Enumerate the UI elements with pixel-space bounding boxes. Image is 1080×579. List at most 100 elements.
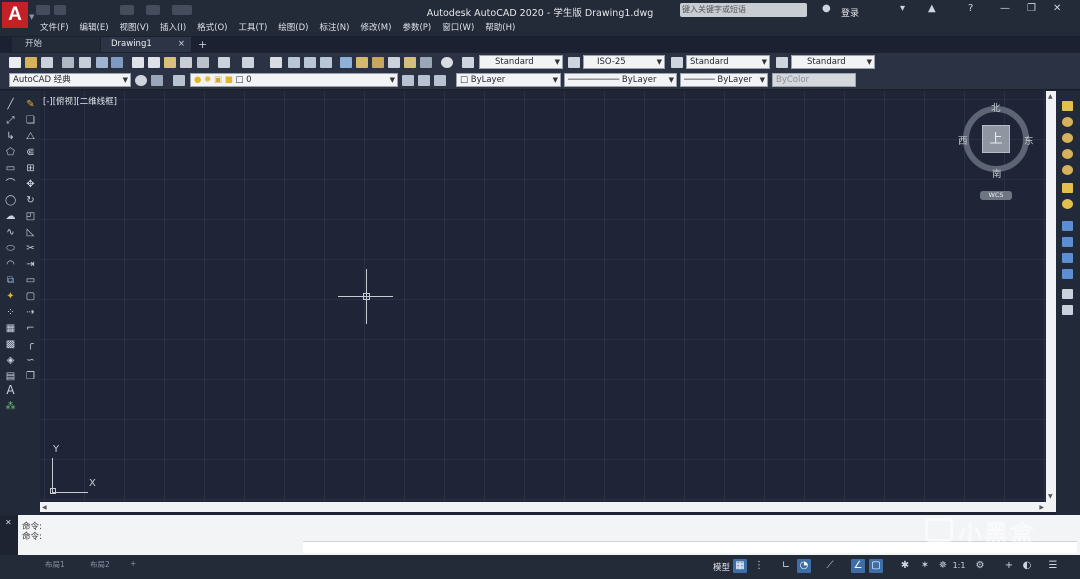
- send-under-icon[interactable]: [1062, 269, 1073, 279]
- undo-toolbar-icon[interactable]: [218, 57, 230, 68]
- fillet-icon[interactable]: ╭: [25, 339, 36, 350]
- markup-icon[interactable]: [404, 57, 416, 68]
- block-editor-icon[interactable]: [197, 57, 209, 68]
- linetype-select[interactable]: ────────── ByLayer ▼: [564, 73, 677, 87]
- dim-style-select[interactable]: ISO-25 ▼: [583, 55, 665, 69]
- match-properties-icon[interactable]: [180, 57, 192, 68]
- restore-icon[interactable]: ❐: [1027, 3, 1036, 14]
- insert-block-icon[interactable]: ⧉: [5, 275, 16, 286]
- help-toolbar-icon[interactable]: [441, 57, 453, 68]
- join-icon[interactable]: ⇢: [25, 307, 36, 318]
- bring-above-icon[interactable]: [1062, 253, 1073, 263]
- close-tab-icon[interactable]: ×: [178, 37, 185, 52]
- annotation-scale-value[interactable]: 1:1: [950, 559, 968, 573]
- isolate-objects-icon[interactable]: ◐: [1020, 559, 1034, 573]
- pan-icon[interactable]: [270, 57, 282, 68]
- layer-select[interactable]: ● ✺ ▣ ■ □ 0 ▼: [190, 73, 398, 87]
- table-style-select[interactable]: Standard ▼: [686, 55, 770, 69]
- open-file-icon[interactable]: [25, 57, 37, 68]
- bring-front-icon[interactable]: [1062, 221, 1073, 231]
- plot-icon[interactable]: [62, 57, 74, 68]
- offset-icon[interactable]: ⋐: [25, 147, 36, 158]
- arc-icon[interactable]: ⌒: [5, 179, 16, 190]
- menu-format[interactable]: 格式(O): [193, 21, 234, 33]
- command-line-handle[interactable]: ✕: [0, 515, 18, 555]
- tool-palettes-icon[interactable]: [372, 57, 384, 68]
- polygon-icon[interactable]: ⬠: [5, 147, 16, 158]
- tab-drawing1[interactable]: Drawing1 ×: [101, 37, 191, 52]
- auto-scale-icon[interactable]: ✶: [918, 559, 932, 573]
- workspace-switch-icon[interactable]: ⚙: [973, 559, 987, 573]
- plotstyle-select[interactable]: ByColor: [772, 73, 856, 87]
- new-tab-button[interactable]: +: [198, 37, 207, 52]
- line-icon[interactable]: ╱: [5, 99, 16, 110]
- menu-edit[interactable]: 编辑(E): [76, 21, 116, 33]
- menu-help[interactable]: 帮助(H): [481, 21, 522, 33]
- layer-off-icon[interactable]: [1062, 133, 1073, 143]
- circle-icon[interactable]: ◯: [5, 195, 16, 206]
- new-file-icon[interactable]: [9, 57, 21, 68]
- vertical-scrollbar[interactable]: ▲ ▼: [1046, 91, 1056, 502]
- layer-previous-icon[interactable]: [418, 75, 430, 86]
- viewcube-west[interactable]: 西: [958, 133, 968, 147]
- table-icon[interactable]: ▤: [5, 371, 16, 382]
- polyline-icon[interactable]: ↳: [5, 131, 16, 142]
- point-icon[interactable]: ⁘: [5, 307, 16, 318]
- cut-icon[interactable]: [132, 57, 144, 68]
- menu-window[interactable]: 窗口(W): [438, 21, 481, 33]
- color-select[interactable]: □ ByLayer ▼: [456, 73, 561, 87]
- grid-icon[interactable]: ▦: [733, 559, 747, 573]
- menu-insert[interactable]: 插入(I): [156, 21, 193, 33]
- polar-tracking-icon[interactable]: ◔: [797, 559, 811, 573]
- layer-properties-icon[interactable]: [173, 75, 185, 86]
- search-input[interactable]: 键入关键字或短语: [680, 3, 807, 17]
- minimize-icon[interactable]: —: [1000, 3, 1010, 14]
- object-snap-tracking-icon[interactable]: ∠: [851, 559, 865, 573]
- properties-icon[interactable]: [340, 57, 352, 68]
- explode-icon[interactable]: ❐: [25, 371, 36, 382]
- publish-icon[interactable]: [96, 57, 108, 68]
- layer-states-icon[interactable]: [434, 75, 446, 86]
- make-block-icon[interactable]: ✦: [5, 291, 16, 302]
- workspace-select[interactable]: AutoCAD 经典 ▼: [9, 73, 131, 87]
- layer-iso-icon[interactable]: [1062, 117, 1073, 127]
- break-icon[interactable]: ▢: [25, 291, 36, 302]
- erase-icon[interactable]: ✎: [25, 99, 36, 110]
- exchange-icon[interactable]: ▾: [900, 3, 905, 14]
- copy-icon[interactable]: [148, 57, 160, 68]
- text-style-select[interactable]: Standard ▼: [479, 55, 563, 69]
- hatch-back-icon[interactable]: [1062, 305, 1073, 315]
- ortho-icon[interactable]: ∟: [779, 559, 793, 573]
- array-icon[interactable]: ⊞: [25, 163, 36, 174]
- tab-start[interactable]: 开始: [12, 37, 100, 52]
- draworder-icon[interactable]: [1062, 101, 1073, 111]
- scroll-right-icon[interactable]: ▶: [1039, 504, 1044, 511]
- viewport-controls[interactable]: [-][俯视][二维线框]: [43, 95, 117, 107]
- menu-file[interactable]: 文件(F): [36, 21, 76, 33]
- login-button[interactable]: 登录: [841, 6, 859, 19]
- add-selected-icon[interactable]: ⁂: [5, 401, 16, 412]
- scroll-down-icon[interactable]: ▼: [1048, 493, 1053, 500]
- layer-lock-toolbar-icon[interactable]: [1062, 165, 1073, 175]
- zoom-previous-icon[interactable]: [320, 57, 332, 68]
- table-style-icon[interactable]: [671, 57, 683, 68]
- menu-parametric[interactable]: 参数(P): [398, 21, 438, 33]
- tab-layout1[interactable]: 布局1: [45, 559, 65, 570]
- user-icon[interactable]: ●: [822, 3, 831, 14]
- design-center-icon[interactable]: [356, 57, 368, 68]
- mleader-style-icon[interactable]: [776, 57, 788, 68]
- text-front-icon[interactable]: [1062, 289, 1073, 299]
- annotation-visibility-icon[interactable]: ✱: [898, 559, 912, 573]
- dim-style-icon[interactable]: [568, 57, 580, 68]
- model-space-button[interactable]: 模型: [713, 561, 730, 573]
- rectangle-icon[interactable]: ▭: [5, 163, 16, 174]
- menu-tools[interactable]: 工具(T): [234, 21, 274, 33]
- viewcube-top-face[interactable]: 上: [982, 125, 1010, 153]
- lineweight-select[interactable]: ────── ByLayer ▼: [680, 73, 768, 87]
- stretch-icon[interactable]: ◺: [25, 227, 36, 238]
- snap-icon[interactable]: ⋮: [752, 559, 766, 573]
- region-icon[interactable]: ◈: [5, 355, 16, 366]
- multiline-text-icon[interactable]: A: [5, 384, 16, 396]
- revcloud-icon[interactable]: ☁: [5, 211, 16, 222]
- save-icon[interactable]: [41, 57, 53, 68]
